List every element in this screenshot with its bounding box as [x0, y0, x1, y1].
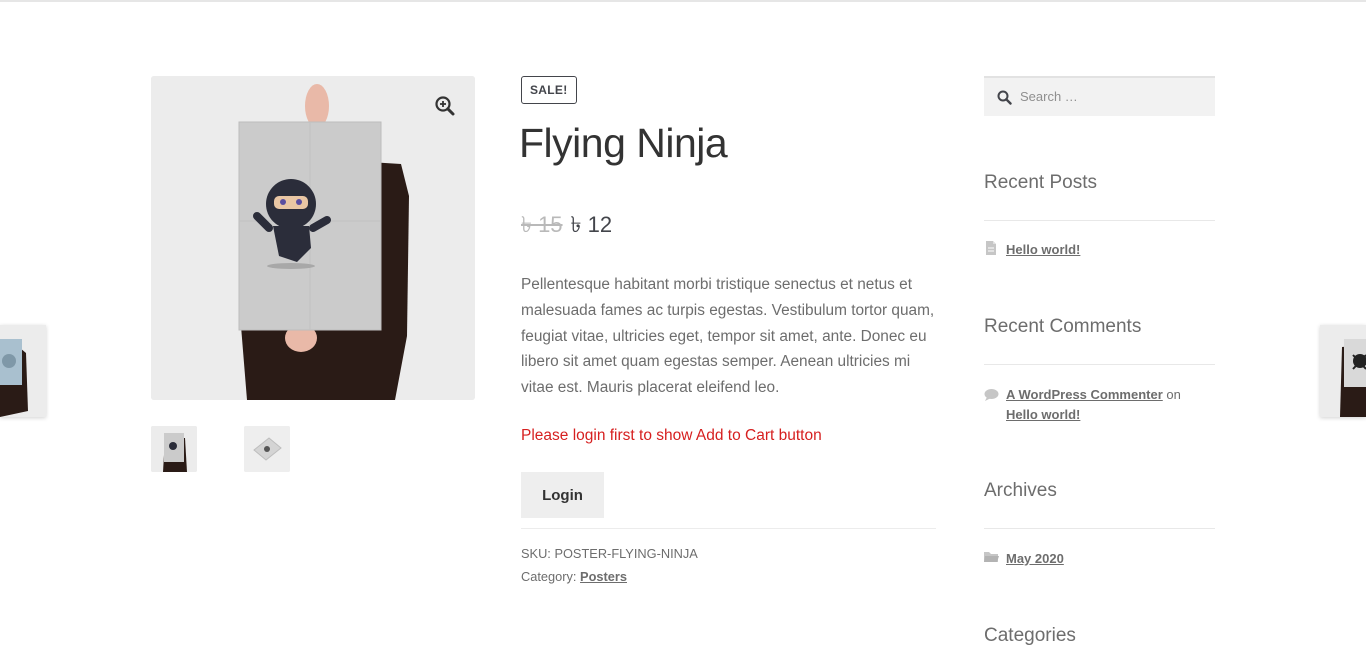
product-short-description: Pellentesque habitant morbi tristique se… — [521, 276, 935, 397]
product-price: ৳ 15 ৳ 12 — [521, 208, 612, 245]
divider — [984, 528, 1215, 529]
gallery-thumbnail-1[interactable] — [151, 426, 197, 472]
search-widget — [984, 76, 1215, 116]
sale-price: ৳ 12 — [570, 212, 613, 237]
gallery-thumbnail-2[interactable] — [244, 426, 290, 472]
previous-product-thumbnail — [0, 325, 46, 417]
divider — [984, 364, 1215, 365]
login-button[interactable]: Login — [521, 472, 604, 518]
product-main-image[interactable] — [151, 76, 475, 400]
thumbnail-poster-image — [151, 426, 197, 472]
login-required-notice: Please login first to show Add to Cart b… — [521, 427, 822, 444]
previous-product-link[interactable] — [0, 325, 46, 417]
category-label: Category: — [521, 569, 577, 584]
zoom-in-icon[interactable] — [434, 95, 456, 117]
thumbnail-folded-poster-image — [244, 426, 290, 472]
regular-price: ৳ 15 — [521, 212, 563, 237]
next-product-thumbnail — [1320, 325, 1366, 417]
sku-label: SKU: — [521, 546, 551, 561]
next-product-link[interactable] — [1320, 325, 1366, 417]
category-link-posters[interactable]: Posters — [580, 569, 627, 584]
search-icon — [997, 90, 1012, 105]
product-category: Category: Posters — [521, 569, 627, 584]
divider — [984, 220, 1215, 221]
categories-title: Categories — [984, 625, 1076, 646]
search-input[interactable] — [1020, 84, 1200, 108]
comment-icon — [984, 389, 999, 401]
product-title: Flying Ninja — [519, 120, 728, 166]
archives-title: Archives — [984, 480, 1057, 501]
recent-post-link[interactable]: Hello world! — [1006, 242, 1080, 257]
divider — [521, 528, 936, 529]
comment-author-link[interactable]: A WordPress Commenter — [1006, 387, 1163, 402]
archive-link-may-2020[interactable]: May 2020 — [1006, 551, 1064, 566]
sale-badge: SALE! — [521, 76, 577, 104]
top-border — [0, 0, 1366, 2]
recent-comment-item: A WordPress Commenter on Hello world! — [984, 385, 1215, 429]
recent-comments-title: Recent Comments — [984, 316, 1142, 337]
recent-posts-title: Recent Posts — [984, 172, 1097, 193]
sku-value: POSTER-FLYING-NINJA — [554, 546, 698, 561]
product-sku: SKU: POSTER-FLYING-NINJA — [521, 546, 698, 561]
flying-ninja-poster-image — [151, 76, 475, 400]
comment-post-link[interactable]: Hello world! — [1006, 407, 1080, 422]
folder-icon — [984, 552, 999, 562]
comment-on-text: on — [1166, 387, 1181, 402]
document-icon — [986, 241, 996, 255]
